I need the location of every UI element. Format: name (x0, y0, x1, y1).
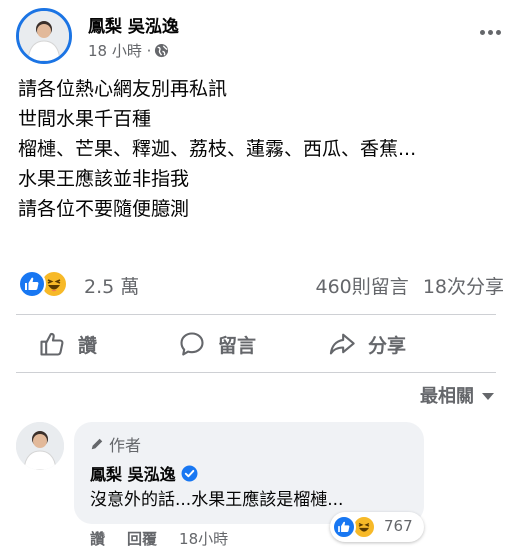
comment-bubble: 作者 鳳梨 吳泓逸 沒意外的話...水果王應該是榴槤... (74, 422, 424, 524)
comment-author: 鳳梨 吳泓逸 (90, 461, 198, 485)
comment-button[interactable]: 留言 (178, 322, 256, 366)
comment-reaction-summary[interactable]: 767 (330, 512, 424, 542)
comment-author-name[interactable]: 鳳梨 吳泓逸 (90, 461, 176, 485)
like-reaction-icon (332, 515, 356, 539)
author-badge-label: 作者 (109, 436, 142, 455)
comment-reaction-count: 767 (384, 517, 413, 535)
post-text: 請各位熱心網友別再私訊 世間水果千百種 榴槤、芒果、釋迦、荔枝、蓮霧、西瓜、香蕉… (18, 74, 416, 224)
globe-icon (154, 43, 169, 58)
share-label: 分享 (368, 334, 407, 357)
post-author-name[interactable]: 鳳梨 吳泓逸 (88, 12, 179, 37)
engagement-stats: 460則留言 18次分享 (308, 272, 505, 299)
caret-down-icon (482, 393, 494, 400)
comment-timestamp[interactable]: 18小時 (179, 528, 228, 549)
more-options-icon[interactable] (476, 22, 504, 42)
post-line: 請各位熱心網友別再私訊 (18, 78, 228, 100)
pencil-icon (90, 437, 104, 451)
reaction-summary: 2.5 萬 460則留言 18次分享 (16, 268, 504, 300)
share-icon (328, 330, 356, 358)
post-action-bar: 讚 留言 分享 (16, 322, 496, 366)
post-header: 鳳梨 吳泓逸 18 小時 · (16, 8, 506, 66)
share-count[interactable]: 18次分享 (423, 276, 504, 298)
post-line: 榴槤、芒果、釋迦、荔枝、蓮霧、西瓜、香蕉... (18, 138, 417, 160)
like-button[interactable]: 讚 (38, 322, 97, 366)
author-avatar[interactable] (16, 8, 72, 64)
reaction-icons[interactable] (18, 270, 72, 298)
share-button[interactable]: 分享 (328, 322, 406, 366)
post-line: 水果王應該並非指我 (18, 168, 190, 190)
post-line: 請各位不要隨便臆測 (18, 198, 190, 220)
like-label: 讚 (78, 334, 98, 357)
comment-text: 沒意外的話...水果王應該是榴槤... (90, 490, 344, 510)
comment-like-link[interactable]: 讚 (90, 528, 105, 549)
post-timestamp[interactable]: 18 小時 · (88, 40, 151, 61)
comment-sort-dropdown[interactable]: 最相關 (420, 382, 494, 408)
like-reaction-icon (18, 270, 46, 298)
divider (16, 372, 496, 373)
comment-actions: 讚 回覆 18小時 (90, 528, 228, 549)
comment-count[interactable]: 460則留言 (316, 276, 409, 298)
verified-badge-icon (181, 465, 198, 482)
comment-label: 留言 (218, 334, 257, 357)
thumbs-up-icon (38, 330, 66, 358)
commenter-avatar[interactable] (16, 422, 64, 470)
post-line: 世間水果千百種 (18, 108, 152, 130)
post-meta: 18 小時 · (88, 40, 169, 61)
sort-label: 最相關 (420, 386, 474, 407)
reaction-count[interactable]: 2.5 萬 (84, 272, 139, 299)
comment-reply-link[interactable]: 回覆 (127, 528, 157, 549)
author-badge: 作者 (90, 432, 141, 456)
comment-icon (178, 330, 206, 358)
divider (16, 314, 496, 315)
